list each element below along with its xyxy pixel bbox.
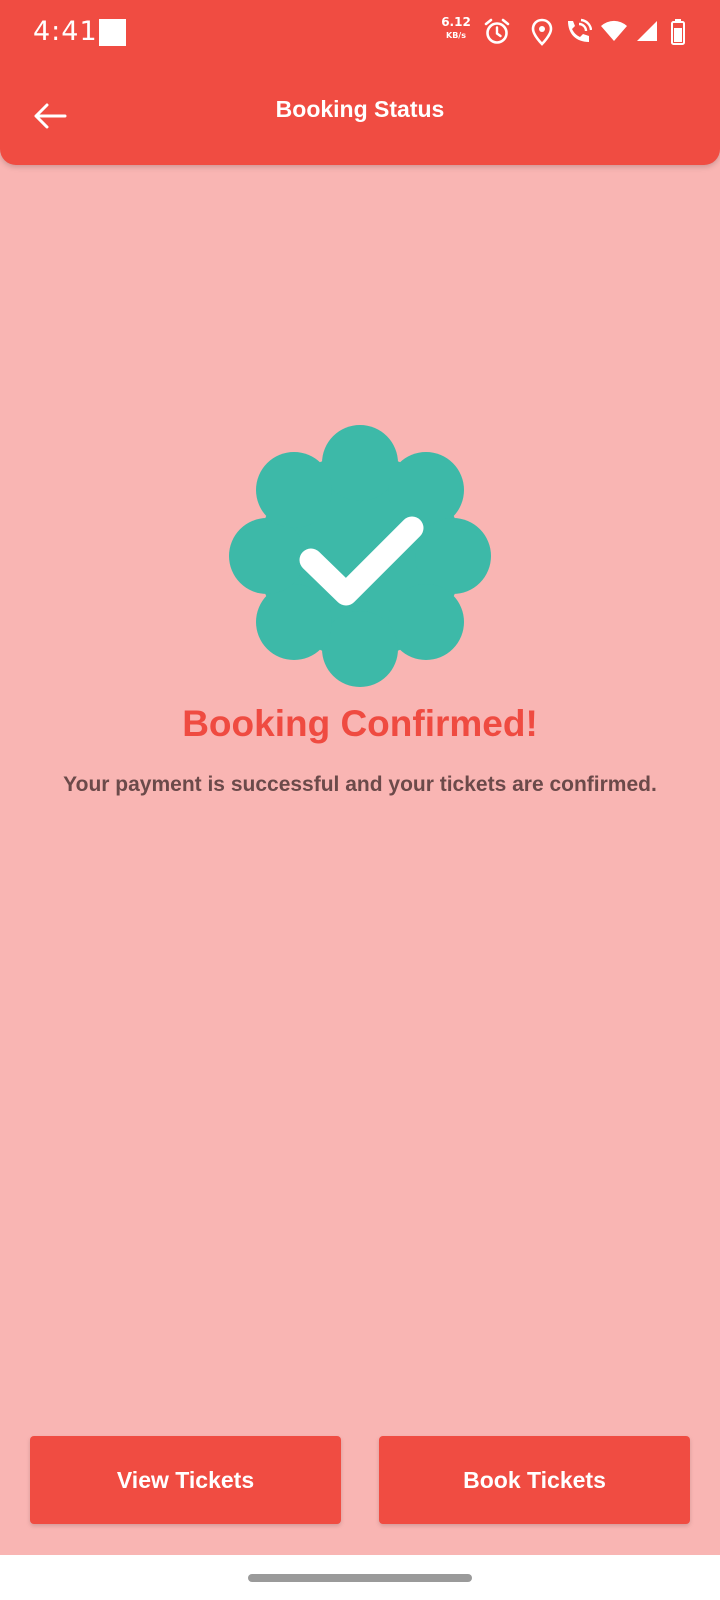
app-bar: 4:41 6.12 KB/s Booking Status <box>0 0 720 165</box>
battery-icon <box>671 19 685 45</box>
net-speed-value: 6.12 <box>441 15 471 29</box>
book-tickets-button[interactable]: Book Tickets <box>379 1436 690 1524</box>
signal-icon <box>637 21 657 41</box>
wifi-calling-icon <box>568 18 592 42</box>
page-title: Booking Status <box>275 96 445 122</box>
wifi-icon <box>601 20 627 41</box>
booking-status-screen: 4:41 6.12 KB/s Booking Status Booking Co… <box>0 0 720 1555</box>
confirmation-message: Your payment is successful and your tick… <box>63 773 657 796</box>
notification-icon <box>99 19 126 46</box>
home-indicator[interactable] <box>248 1574 472 1582</box>
confirmation-title: Booking Confirmed! <box>182 703 538 744</box>
net-speed-indicator: 6.12 KB/s <box>441 15 471 41</box>
view-tickets-button[interactable]: View Tickets <box>30 1436 341 1524</box>
location-icon <box>531 18 553 46</box>
status-bar: 4:41 6.12 KB/s <box>0 0 720 66</box>
verified-check-badge-icon <box>229 425 491 687</box>
status-time: 4:41 <box>33 16 98 47</box>
alarm-icon <box>484 18 510 44</box>
net-speed-unit: KB/s <box>446 31 466 40</box>
navigation-bar <box>0 1555 720 1600</box>
